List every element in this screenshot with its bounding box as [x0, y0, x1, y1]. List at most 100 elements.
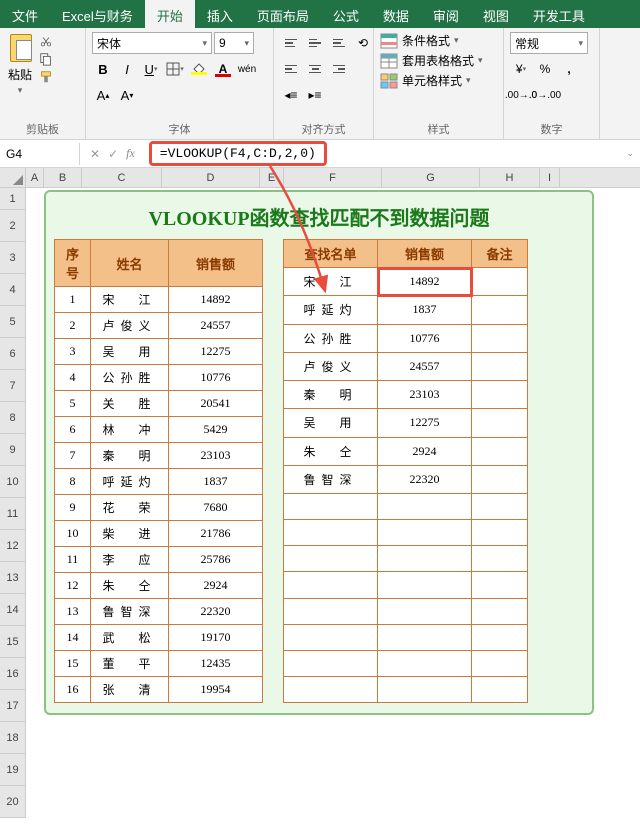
align-middle-icon[interactable] — [304, 32, 326, 54]
col-header[interactable]: I — [540, 168, 560, 187]
table-cell[interactable] — [472, 546, 528, 572]
table-cell[interactable]: 5 — [55, 391, 91, 417]
table-cell[interactable]: 朱 仝 — [91, 573, 169, 599]
table-cell[interactable]: 呼延灼 — [91, 469, 169, 495]
border-button[interactable]: ▾ — [164, 58, 186, 80]
row-header[interactable]: 16 — [0, 658, 26, 690]
table-cell[interactable]: 22320 — [378, 465, 472, 493]
tab-7[interactable]: 审阅 — [421, 0, 471, 28]
table-cell[interactable] — [378, 650, 472, 676]
table-cell[interactable]: 柴 进 — [91, 521, 169, 547]
table-cell[interactable]: 12275 — [378, 409, 472, 437]
row-header[interactable]: 5 — [0, 306, 26, 338]
table-cell[interactable]: 23103 — [378, 381, 472, 409]
row-header[interactable]: 11 — [0, 498, 26, 530]
tab-3[interactable]: 插入 — [195, 0, 245, 28]
table-cell[interactable] — [472, 520, 528, 546]
table-cell[interactable]: 5429 — [169, 417, 263, 443]
table-cell[interactable] — [284, 624, 378, 650]
table-cell[interactable]: 7 — [55, 443, 91, 469]
underline-button[interactable]: U▾ — [140, 58, 162, 80]
align-top-icon[interactable] — [280, 32, 302, 54]
table-cell[interactable] — [472, 572, 528, 598]
table-cell[interactable]: 25786 — [169, 547, 263, 573]
table-cell[interactable] — [378, 676, 472, 702]
table-cell[interactable]: 10 — [55, 521, 91, 547]
row-header[interactable]: 7 — [0, 370, 26, 402]
table-cell[interactable] — [378, 494, 472, 520]
table-cell[interactable]: 吴 用 — [284, 409, 378, 437]
table-cell[interactable] — [472, 324, 528, 352]
align-left-icon[interactable] — [280, 58, 302, 80]
tab-1[interactable]: Excel与财务 — [50, 0, 145, 28]
table-cell[interactable]: 6 — [55, 417, 91, 443]
decrease-decimal-icon[interactable]: .0→.00 — [534, 84, 556, 106]
table-cell[interactable]: 19954 — [169, 677, 263, 703]
fill-color-button[interactable] — [188, 58, 210, 80]
row-header[interactable]: 10 — [0, 466, 26, 498]
tab-8[interactable]: 视图 — [471, 0, 521, 28]
decrease-indent-icon[interactable]: ◂≡ — [280, 84, 302, 106]
table-cell[interactable]: 武 松 — [91, 625, 169, 651]
row-header[interactable]: 13 — [0, 562, 26, 594]
align-bottom-icon[interactable] — [328, 32, 350, 54]
row-header[interactable]: 8 — [0, 402, 26, 434]
font-size-select[interactable]: 9▾ — [214, 32, 254, 54]
table-cell[interactable]: 23103 — [169, 443, 263, 469]
table-cell[interactable]: 鲁智深 — [284, 465, 378, 493]
table-cell[interactable] — [472, 465, 528, 493]
table-cell[interactable]: 12275 — [169, 339, 263, 365]
currency-icon[interactable]: ¥▾ — [510, 58, 532, 80]
table-cell[interactable]: 董 平 — [91, 651, 169, 677]
row-header[interactable]: 15 — [0, 626, 26, 658]
row-header[interactable]: 9 — [0, 434, 26, 466]
table-cell[interactable]: 12435 — [169, 651, 263, 677]
row-header[interactable]: 3 — [0, 242, 26, 274]
cancel-formula-icon[interactable]: ✕ — [90, 147, 100, 161]
increase-indent-icon[interactable]: ▸≡ — [304, 84, 326, 106]
row-header[interactable]: 20 — [0, 786, 26, 818]
table-cell[interactable] — [284, 572, 378, 598]
row-header[interactable]: 14 — [0, 594, 26, 626]
table-cell[interactable]: 秦 明 — [91, 443, 169, 469]
tab-0[interactable]: 文件 — [0, 0, 50, 28]
table-cell[interactable]: 秦 明 — [284, 381, 378, 409]
table-cell[interactable]: 1837 — [378, 296, 472, 324]
decrease-font-icon[interactable]: A▾ — [116, 84, 138, 106]
row-header[interactable]: 1 — [0, 188, 26, 210]
table-cell[interactable] — [472, 494, 528, 520]
table-cell[interactable]: 鲁智深 — [91, 599, 169, 625]
col-header[interactable]: B — [44, 168, 82, 187]
table-cell[interactable]: 24557 — [378, 352, 472, 380]
table-cell[interactable]: 12 — [55, 573, 91, 599]
row-header[interactable]: 17 — [0, 690, 26, 722]
table-cell[interactable] — [284, 598, 378, 624]
table-cell[interactable] — [472, 650, 528, 676]
table-cell[interactable] — [472, 624, 528, 650]
row-header[interactable]: 2 — [0, 210, 26, 242]
font-color-button[interactable]: A — [212, 58, 234, 80]
table-cell[interactable] — [472, 409, 528, 437]
increase-font-icon[interactable]: A▴ — [92, 84, 114, 106]
accept-formula-icon[interactable]: ✓ — [108, 147, 118, 161]
table-cell[interactable]: 14892 — [169, 287, 263, 313]
table-cell[interactable]: 14 — [55, 625, 91, 651]
table-cell[interactable]: 14892 — [378, 268, 472, 296]
table-cell[interactable]: 2924 — [169, 573, 263, 599]
fx-icon[interactable]: fx — [126, 146, 135, 161]
table-cell[interactable]: 13 — [55, 599, 91, 625]
table-cell[interactable] — [284, 546, 378, 572]
table-cell[interactable] — [472, 296, 528, 324]
table-cell[interactable] — [378, 520, 472, 546]
table-cell[interactable]: 关 胜 — [91, 391, 169, 417]
comma-icon[interactable]: , — [558, 58, 580, 80]
tab-4[interactable]: 页面布局 — [245, 0, 321, 28]
table-cell[interactable] — [284, 520, 378, 546]
formula-input[interactable]: =VLOOKUP(F4,C:D,2,0) — [149, 141, 327, 166]
table-cell[interactable]: 8 — [55, 469, 91, 495]
bold-button[interactable]: B — [92, 58, 114, 80]
orientation-icon[interactable]: ⟲ — [352, 32, 374, 54]
table-cell[interactable]: 卢俊义 — [284, 352, 378, 380]
table-cell[interactable]: 朱 仝 — [284, 437, 378, 465]
name-box[interactable]: G4 — [0, 143, 80, 165]
